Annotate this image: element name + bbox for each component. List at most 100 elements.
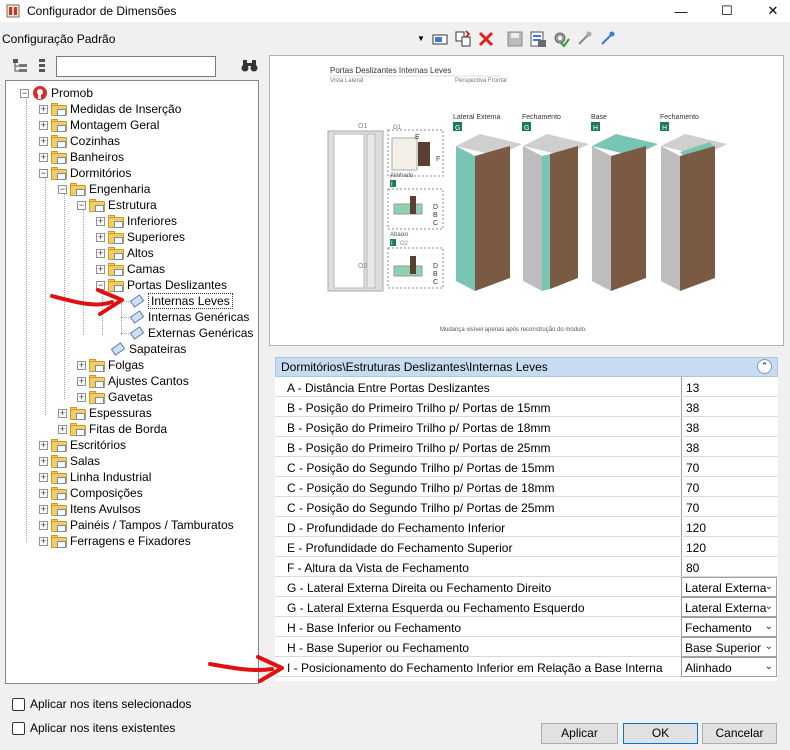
collapse-toggle[interactable]: − — [20, 88, 29, 98]
expand-toggle[interactable]: + — [39, 136, 48, 146]
property-value-select[interactable]: Lateral Externa ⌄ — [681, 577, 777, 597]
property-value-input[interactable]: 80 — [681, 557, 777, 576]
property-value-select[interactable]: Lateral Externa ⌄ — [681, 597, 777, 617]
expand-toggle[interactable]: + — [39, 440, 48, 450]
tree-node-estrutura[interactable]: − Estrutura — [77, 197, 157, 213]
tree-label: Ferragens e Fixadores — [70, 534, 191, 548]
tree-label: Inferiores — [127, 214, 178, 228]
tree-node-internas-leves[interactable]: Internas Leves — [129, 293, 233, 309]
tree-node-ferragens[interactable]: + Ferragens e Fixadores — [39, 533, 191, 549]
cancel-button[interactable]: Cancelar — [702, 723, 777, 744]
expand-toggle[interactable]: + — [96, 264, 105, 274]
tree-node-folgas[interactable]: + Folgas — [77, 357, 144, 373]
tree-node-banheiros[interactable]: + Banheiros — [39, 149, 124, 165]
expand-toggle[interactable]: + — [39, 520, 48, 530]
tree-node-cozinhas[interactable]: + Cozinhas — [39, 133, 120, 149]
tree-node-gavetas[interactable]: + Gavetas — [77, 389, 153, 405]
expand-toggle[interactable]: + — [96, 216, 105, 226]
tree-expand-icon[interactable] — [12, 58, 28, 74]
tree-node-escritorios[interactable]: + Escritórios — [39, 437, 126, 453]
tree-search-input[interactable] — [56, 56, 216, 77]
folder-icon — [51, 502, 67, 516]
maximize-button[interactable]: ☐ — [704, 0, 750, 22]
splitter[interactable] — [262, 55, 266, 745]
property-row: D - Profundidade do Fechamento Inferior 1… — [275, 517, 778, 537]
tree-node-superiores[interactable]: + Superiores — [96, 229, 185, 245]
tree-node-fitas-de-borda[interactable]: + Fitas de Borda — [58, 421, 167, 437]
tree-node-espessuras[interactable]: + Espessuras — [58, 405, 152, 421]
tree-node-montagem[interactable]: + Montagem Geral — [39, 117, 159, 133]
property-value-input[interactable]: 38 — [681, 417, 777, 436]
settings-check-icon[interactable] — [552, 30, 570, 48]
property-value-select[interactable]: Base Superior ⌄ — [681, 637, 777, 657]
tree-node-inferiores[interactable]: + Inferiores — [96, 213, 177, 229]
minimize-button[interactable]: — — [658, 0, 704, 22]
collapse-toggle[interactable]: − — [58, 184, 67, 194]
close-button[interactable]: ✕ — [750, 0, 790, 22]
property-value-input[interactable]: 70 — [681, 497, 777, 516]
collapse-up-icon[interactable]: ⌃ — [757, 359, 772, 374]
tree-node-altos[interactable]: + Altos — [96, 245, 154, 261]
property-value-input[interactable]: 38 — [681, 397, 777, 416]
apply-button[interactable]: Aplicar — [541, 723, 618, 744]
tree-label: Banheiros — [70, 150, 125, 164]
config-select-value: Configuração Padrão — [2, 32, 116, 46]
expand-toggle[interactable]: + — [77, 376, 86, 386]
expand-toggle[interactable]: + — [77, 392, 86, 402]
rename-config-icon[interactable] — [431, 30, 449, 48]
property-value-input[interactable]: 70 — [681, 457, 777, 476]
tree-node-camas[interactable]: + Camas — [96, 261, 165, 277]
tree-node-dormitorios[interactable]: − Dormitórios — [39, 165, 131, 181]
save-icon[interactable] — [506, 30, 524, 48]
property-value-input[interactable]: 120 — [681, 517, 777, 536]
category-tree[interactable]: − Promob + Medidas de Inserção + Montagem … — [5, 80, 259, 684]
expand-toggle[interactable]: + — [58, 424, 67, 434]
apply-selected-checkbox[interactable] — [12, 698, 25, 711]
copy-config-icon[interactable] — [454, 30, 472, 48]
expand-toggle[interactable]: + — [39, 104, 48, 114]
annotation-arrow-icon — [208, 655, 284, 683]
tree-node-medidas[interactable]: + Medidas de Inserção — [39, 101, 181, 117]
tree-node-externas-genericas[interactable]: Externas Genéricas — [129, 325, 253, 341]
folder-icon — [89, 374, 105, 388]
expand-toggle[interactable]: + — [39, 456, 48, 466]
collapse-tool-icon[interactable] — [575, 30, 593, 48]
binoculars-search-icon[interactable] — [241, 58, 258, 73]
expand-toggle[interactable]: + — [77, 360, 86, 370]
tree-node-internas-genericas[interactable]: Internas Genéricas — [129, 309, 249, 325]
apply-existing-checkbox[interactable] — [12, 722, 25, 735]
property-value-select[interactable]: Alinhado ⌄ — [681, 657, 777, 677]
tree-collapse-icon[interactable] — [36, 58, 48, 74]
property-value-input[interactable]: 13 — [681, 377, 777, 396]
tree-node-salas[interactable]: + Salas — [39, 453, 100, 469]
delete-icon[interactable] — [477, 30, 495, 48]
property-value-input[interactable]: 38 — [681, 437, 777, 456]
export-icon[interactable] — [529, 30, 547, 48]
expand-toggle[interactable]: + — [58, 408, 67, 418]
property-value-input[interactable]: 70 — [681, 477, 777, 496]
property-value-input[interactable]: 120 — [681, 537, 777, 556]
expand-toggle[interactable]: + — [39, 536, 48, 546]
tree-node-promob[interactable]: − Promob — [20, 85, 93, 101]
ok-button[interactable]: OK — [623, 723, 698, 744]
expand-toggle[interactable]: + — [39, 472, 48, 482]
expand-toggle[interactable]: + — [39, 488, 48, 498]
tree-node-linha-industrial[interactable]: + Linha Industrial — [39, 469, 151, 485]
select-value: Alinhado — [685, 661, 732, 675]
tree-node-ajustes-cantos[interactable]: + Ajustes Cantos — [77, 373, 189, 389]
collapse-toggle[interactable]: − — [39, 168, 48, 178]
tree-node-itens-avulsos[interactable]: + Itens Avulsos — [39, 501, 141, 517]
collapse-toggle[interactable]: − — [77, 200, 86, 210]
property-value-select[interactable]: Fechamento ⌄ — [681, 617, 777, 637]
tree-node-composicoes[interactable]: + Composições — [39, 485, 143, 501]
expand-toggle[interactable]: + — [96, 248, 105, 258]
expand-toggle[interactable]: + — [96, 232, 105, 242]
folder-icon — [51, 486, 67, 500]
expand-toggle[interactable]: + — [39, 504, 48, 514]
tree-node-sapateiras[interactable]: Sapateiras — [110, 341, 186, 357]
tree-node-paineis[interactable]: + Painéis / Tampos / Tamburatos — [39, 517, 234, 533]
expand-toggle[interactable]: + — [39, 152, 48, 162]
tree-node-engenharia[interactable]: − Engenharia — [58, 181, 150, 197]
expand-tool-icon[interactable] — [598, 30, 616, 48]
expand-toggle[interactable]: + — [39, 120, 48, 130]
